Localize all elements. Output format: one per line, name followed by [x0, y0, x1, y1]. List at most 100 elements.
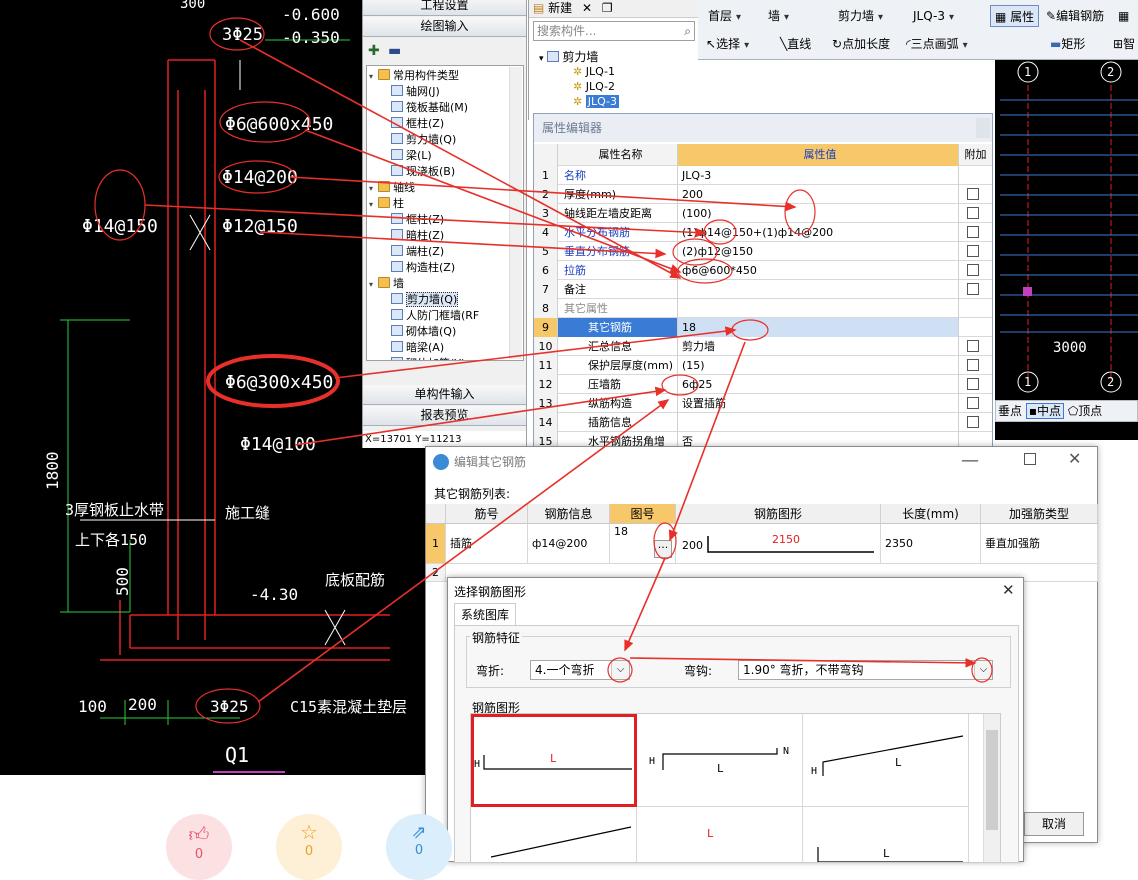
chevron-down-icon[interactable]: ⌵: [974, 661, 992, 679]
project-settings-button[interactable]: 工程设置: [363, 0, 526, 16]
cell-fig[interactable]: 18 ···: [610, 524, 676, 564]
component-item-jlq3[interactable]: ✲ JLQ-3: [573, 95, 620, 108]
shape-option-hn[interactable]: H N L: [637, 714, 803, 807]
property-value[interactable]: [678, 299, 959, 318]
tree-item[interactable]: 暗梁(A): [391, 340, 444, 356]
property-row[interactable]: 12 压墙筋 6ф25: [534, 375, 992, 394]
cell-type[interactable]: 垂直加强筋: [981, 524, 1098, 564]
property-value[interactable]: [678, 413, 959, 432]
tree-item[interactable]: 梁(L): [391, 148, 432, 164]
shape-option-6[interactable]: L: [803, 807, 969, 862]
close-icon[interactable]: ✕: [1002, 581, 1015, 599]
edit-rebar-button[interactable]: ✎编辑钢筋: [1046, 5, 1104, 27]
property-value[interactable]: JLQ-3: [678, 166, 959, 185]
extra-checkbox[interactable]: [967, 226, 979, 238]
close-icon[interactable]: ✕: [1068, 449, 1081, 468]
property-value[interactable]: 200: [678, 185, 959, 204]
snap-midpoint[interactable]: ▪中点: [1025, 403, 1064, 419]
expand-icon[interactable]: ▾: [369, 197, 378, 213]
extra-checkbox[interactable]: [967, 264, 979, 276]
tree-item[interactable]: ▾ 墙: [369, 276, 404, 292]
search-icon[interactable]: ⌕: [684, 22, 691, 40]
component-item-jlq1[interactable]: ✲ JLQ-1: [573, 65, 615, 78]
cell-length[interactable]: 2350: [881, 524, 981, 564]
shape-option-4[interactable]: [471, 807, 637, 862]
property-value[interactable]: (15): [678, 356, 959, 375]
component-root[interactable]: ▾ 剪力墙: [539, 48, 598, 65]
extra-checkbox[interactable]: [967, 340, 979, 352]
gallery-scrollbar[interactable]: [983, 714, 1000, 862]
property-row[interactable]: 10 汇总信息 剪力墙: [534, 337, 992, 356]
tree-item[interactable]: 剪力墙(Q): [391, 292, 459, 308]
tree-item[interactable]: 轴网(J): [391, 84, 440, 100]
component-item-jlq2[interactable]: ✲ JLQ-2: [573, 80, 615, 93]
tree-item[interactable]: 框柱(Z): [391, 116, 444, 132]
cancel-button[interactable]: 取消: [1024, 812, 1084, 836]
line-tool[interactable]: ╲直线: [780, 33, 811, 55]
extra-checkbox[interactable]: [967, 416, 979, 428]
rect-tool[interactable]: ▬矩形: [1050, 33, 1085, 55]
shape-option-slope[interactable]: H L: [803, 714, 969, 807]
cell-bar[interactable]: 插筋: [446, 524, 528, 564]
extra-checkbox[interactable]: [967, 359, 979, 371]
extra-checkbox[interactable]: [967, 207, 979, 219]
component-select[interactable]: JLQ-3: [913, 5, 954, 27]
new-button[interactable]: 新建: [548, 1, 572, 15]
property-value[interactable]: [678, 280, 959, 299]
property-value[interactable]: 6ф25: [678, 375, 959, 394]
delete-icon[interactable]: ✕: [582, 1, 592, 15]
floor-select[interactable]: 首层: [708, 5, 741, 27]
property-value[interactable]: 18: [678, 318, 959, 337]
share-button[interactable]: ⇗ 0: [386, 814, 452, 880]
remove-icon[interactable]: ▬: [388, 43, 401, 59]
property-row[interactable]: 6 拉筋 ф6@600*450: [534, 261, 992, 280]
cell-shape[interactable]: 200 2150: [676, 524, 881, 564]
tree-item[interactable]: 暗柱(Z): [391, 228, 444, 244]
smart-tool[interactable]: ⊞智: [1113, 33, 1135, 55]
tree-item[interactable]: 构造柱(Z): [391, 260, 455, 276]
plan-drawing-area[interactable]: 1 2 1 2 3000 3000 垂点 ▪中点 ⬠顶点: [961, 58, 1138, 440]
property-value[interactable]: (100): [678, 204, 959, 223]
hook-select[interactable]: 1.90° 弯折，不带弯钩 ⌵: [738, 660, 993, 680]
tree-item[interactable]: 框柱(Z): [391, 212, 444, 228]
tree-item[interactable]: ▾ 轴线: [369, 180, 415, 196]
new-icon[interactable]: ▤: [533, 1, 544, 15]
bend-select[interactable]: 4.一个弯折 ⌵: [530, 660, 630, 680]
shape-option-5[interactable]: L: [637, 807, 803, 862]
select-tool[interactable]: ↖选择: [706, 33, 749, 55]
like-button[interactable]: 👍︎ 0: [166, 814, 232, 880]
property-row[interactable]: 14 插筋信息: [534, 413, 992, 432]
tree-item[interactable]: ▾ 常用构件类型: [369, 68, 459, 84]
copy-icon[interactable]: ❐: [602, 1, 613, 15]
add-icon[interactable]: ✚: [368, 43, 380, 59]
expand-icon[interactable]: ▾: [369, 69, 378, 85]
property-row[interactable]: 3 轴线距左墙皮距离 (100): [534, 204, 992, 223]
extra-checkbox[interactable]: [967, 283, 979, 295]
tree-item[interactable]: 砌体墙(Q): [391, 324, 456, 340]
cell-info[interactable]: ф14@200: [528, 524, 610, 564]
maximize-icon[interactable]: [1024, 453, 1036, 465]
extra-checkbox[interactable]: [967, 378, 979, 390]
type-select[interactable]: 剪力墙: [838, 5, 883, 27]
favorite-button[interactable]: ☆ 0: [276, 814, 342, 880]
shape-option-l[interactable]: H L: [471, 714, 637, 807]
tree-item[interactable]: 筏板基础(M): [391, 100, 468, 116]
tree-item[interactable]: 人防门框墙(RF: [391, 308, 479, 324]
component-search-input[interactable]: 搜索构件... ⌕: [533, 21, 695, 41]
snap-perp[interactable]: 垂点: [998, 404, 1022, 418]
minimize-icon[interactable]: —: [961, 450, 979, 471]
snap-vertex[interactable]: ⬠顶点: [1068, 404, 1102, 418]
property-row[interactable]: 7 备注: [534, 280, 992, 299]
property-button[interactable]: ▦ 属性: [990, 5, 1040, 27]
property-value[interactable]: 设置插筋: [678, 394, 959, 413]
category-select[interactable]: 墙: [768, 5, 789, 27]
expand-icon[interactable]: ▾: [369, 277, 378, 293]
extra-checkbox[interactable]: [967, 245, 979, 257]
tree-item[interactable]: 剪力墙(Q): [391, 132, 456, 148]
property-row[interactable]: 8 其它属性: [534, 299, 992, 318]
browse-shape-button[interactable]: ···: [654, 540, 672, 558]
close-icon[interactable]: [976, 118, 990, 138]
property-row[interactable]: 13 纵筋构造 设置插筋: [534, 394, 992, 413]
property-row[interactable]: 11 保护层厚度(mm) (15): [534, 356, 992, 375]
extra-checkbox[interactable]: [967, 188, 979, 200]
